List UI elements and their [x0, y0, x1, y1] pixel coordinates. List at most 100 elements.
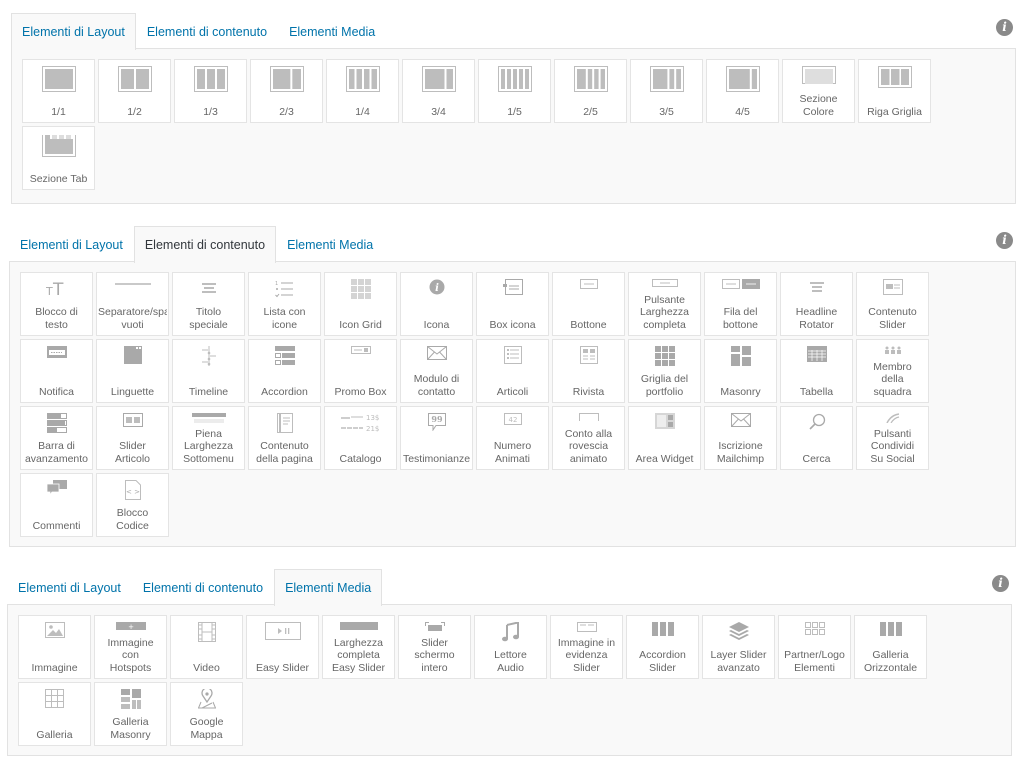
element-label: Articoli	[496, 385, 529, 398]
element-tile-col-1-4[interactable]: 1/4	[326, 59, 399, 123]
element-tile-testimonial[interactable]: 99 Testimonianze	[400, 406, 473, 470]
element-tile-table[interactable]: Tabella	[780, 339, 853, 403]
element-tile-accordion[interactable]: Accordion	[248, 339, 321, 403]
element-tile-special-heading[interactable]: Titolo speciale	[172, 272, 245, 336]
element-tile-col-3-4[interactable]: 3/4	[402, 59, 475, 123]
element-label: Larghezza completa Easy Slider	[331, 636, 386, 674]
element-tile-col-1-2[interactable]: 1/2	[98, 59, 171, 123]
element-tile-icon-box[interactable]: Box icona	[476, 272, 549, 336]
element-tile-color-section[interactable]: Sezione Colore	[782, 59, 855, 123]
element-tile-magazine[interactable]: Rivista	[552, 339, 625, 403]
element-tile-button-row[interactable]: Fila del bottone	[704, 272, 777, 336]
element-tile-film[interactable]: Video	[170, 615, 243, 679]
element-tile-page-content[interactable]: Contenuto della pagina	[248, 406, 321, 470]
tab-layout-elements[interactable]: Elementi di Layout	[11, 13, 136, 50]
element-tile-catalogue[interactable]: 13$ 21$ Catalogo	[324, 406, 397, 470]
element-tile-envelope[interactable]: Iscrizione Mailchimp	[704, 406, 777, 470]
element-tile-timeline[interactable]: Timeline	[172, 339, 245, 403]
element-tile-accordion-slider[interactable]: Accordion Slider	[626, 615, 699, 679]
tab-content-elements[interactable]: Elementi di contenuto	[133, 226, 277, 263]
element-tile-col-1-5[interactable]: 1/5	[478, 59, 551, 123]
element-tile-headline-rotator[interactable]: Headline Rotator	[780, 272, 853, 336]
element-tile-content-slider[interactable]: Contenuto Slider	[856, 272, 929, 336]
tab-media-elements[interactable]: Elementi Media	[274, 569, 383, 606]
info-icon[interactable]: i	[992, 575, 1009, 592]
element-tile-fullwidth-slider[interactable]: Larghezza completa Easy Slider	[322, 615, 395, 679]
element-tile-grid-row[interactable]: Riga Griglia	[858, 59, 931, 123]
element-tile-countdown[interactable]: Conto alla rovescia animato	[552, 406, 625, 470]
tab-layout-elements[interactable]: Elementi di Layout	[9, 226, 134, 262]
element-tile-fullwidth-submenu[interactable]: Piena Larghezza Sottomenu	[172, 406, 245, 470]
element-tile-envelope[interactable]: Modulo di contatto	[400, 339, 473, 403]
element-tile-post-slider[interactable]: Slider Articolo	[96, 406, 169, 470]
element-tile-info-circle[interactable]: i Icona	[400, 272, 473, 336]
separator-icon	[97, 279, 168, 307]
info-icon[interactable]: i	[996, 232, 1013, 249]
element-tile-logo-grid[interactable]: Partner/Logo Elementi	[778, 615, 851, 679]
col-2-3-icon	[251, 66, 322, 94]
element-tile-layers[interactable]: Layer Slider avanzato	[702, 615, 775, 679]
tab-media-elements[interactable]: Elementi Media	[276, 226, 384, 262]
element-tile-music-note[interactable]: Lettore Audio	[474, 615, 547, 679]
element-label: Timeline	[188, 385, 229, 398]
button-row-icon	[705, 279, 776, 307]
element-tile-fullwidth-button[interactable]: Pulsante Larghezza completa	[628, 272, 701, 336]
code-block-icon: < >	[97, 480, 168, 508]
element-tile-horizontal-gallery[interactable]: Galleria Orizzontale	[854, 615, 927, 679]
element-tile-col-2-3[interactable]: 2/3	[250, 59, 323, 123]
element-label: 2/3	[279, 105, 294, 118]
element-tile-code-block[interactable]: < > Blocco Codice	[96, 473, 169, 537]
element-tile-col-4-5[interactable]: 4/5	[706, 59, 779, 123]
element-tile-posts[interactable]: Articoli	[476, 339, 549, 403]
element-tile-col-1-3[interactable]: 1/3	[174, 59, 247, 123]
element-tile-icon-grid[interactable]: Icon Grid	[324, 272, 397, 336]
element-tile-gallery-grid[interactable]: Galleria	[18, 682, 91, 746]
element-tile-tabs[interactable]: Linguette	[96, 339, 169, 403]
info-icon[interactable]: i	[996, 19, 1013, 36]
element-tile-social-share[interactable]: Pulsanti Condividi Su Social	[856, 406, 929, 470]
promo-box-icon	[325, 346, 396, 374]
element-tile-col-1-1[interactable]: 1/1	[22, 59, 95, 123]
element-tile-notification[interactable]: Notifica	[20, 339, 93, 403]
element-tile-comments[interactable]: Commenti	[20, 473, 93, 537]
element-tile-easy-slider[interactable]: Easy Slider	[246, 615, 319, 679]
element-tile-icon-list[interactable]: 1 Lista con icone	[248, 272, 321, 336]
element-label: 1/4	[355, 105, 370, 118]
element-label: Modulo di contatto	[413, 373, 460, 398]
element-tile-map-pin[interactable]: Google Mappa	[170, 682, 243, 746]
element-tile-search[interactable]: Cerca	[780, 406, 853, 470]
element-tile-text-block[interactable]: T T Blocco di testo	[20, 272, 93, 336]
element-label: Google Mappa	[189, 716, 224, 741]
element-tile-progress-bars[interactable]: Barra di avanzamento	[20, 406, 93, 470]
element-tile-image-hotspots[interactable]: + Immagine con Hotspots	[94, 615, 167, 679]
element-tile-fullscreen-slider[interactable]: Slider schermo intero	[398, 615, 471, 679]
element-tile-image[interactable]: Immagine	[18, 615, 91, 679]
element-tile-masonry[interactable]: Masonry	[704, 339, 777, 403]
element-tile-col-2-5[interactable]: 2/5	[554, 59, 627, 123]
element-label: Linguette	[110, 385, 155, 398]
element-tile-widget-area[interactable]: Area Widget	[628, 406, 701, 470]
element-label: Icona	[423, 318, 450, 331]
elements-panel: TTBlocco di testoSeparatore/spazi vuotiT…	[9, 261, 1016, 547]
element-tile-team-member[interactable]: Membro della squadra	[856, 339, 929, 403]
element-tile-button[interactable]: Bottone	[552, 272, 625, 336]
tab-media-elements[interactable]: Elementi Media	[278, 13, 386, 49]
tab-content-elements[interactable]: Elementi di contenuto	[132, 569, 274, 605]
element-label: Testimonianze	[402, 452, 471, 465]
tab-layout-elements[interactable]: Elementi di Layout	[7, 569, 132, 605]
catalogue-price: 13$	[366, 414, 379, 422]
gallery-grid-icon	[19, 689, 90, 717]
element-tile-animated-number[interactable]: 42 Numero Animati	[476, 406, 549, 470]
element-tile-portfolio-grid[interactable]: Griglia del portfolio	[628, 339, 701, 403]
col-4-5-icon	[707, 66, 778, 94]
tab-content-elements[interactable]: Elementi di contenuto	[136, 13, 278, 49]
element-tile-featured-image-slider[interactable]: Immagine in evidenza Slider	[550, 615, 623, 679]
info-circle-icon: i	[401, 279, 472, 307]
element-tile-masonry-gallery[interactable]: Galleria Masonry	[94, 682, 167, 746]
element-tile-col-3-5[interactable]: 3/5	[630, 59, 703, 123]
element-tile-tab-section[interactable]: Sezione Tab	[22, 126, 95, 190]
element-tile-separator[interactable]: Separatore/spazi vuoti	[96, 272, 169, 336]
horizontal-gallery-icon	[855, 622, 926, 650]
element-tile-promo-box[interactable]: Promo Box	[324, 339, 397, 403]
element-label: Fila del bottone	[722, 306, 759, 331]
